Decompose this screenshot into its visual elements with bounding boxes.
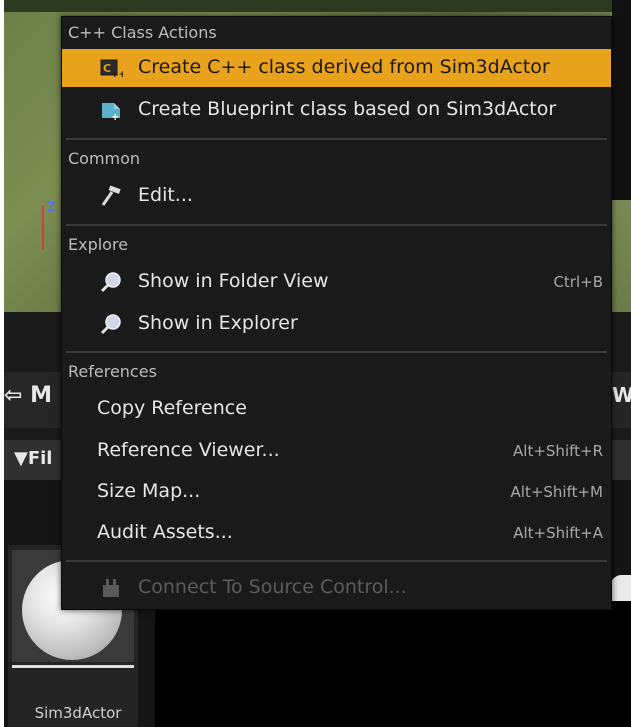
- menu-item-create-blueprint-class[interactable]: + Create Blueprint class based on Sim3dA…: [62, 91, 611, 129]
- asset-name: Sim3dActor: [34, 704, 122, 722]
- menu-item-edit[interactable]: Edit...: [62, 177, 611, 215]
- menu-item-size-map[interactable]: Size Map... Alt+Shift+M: [62, 473, 611, 511]
- magnifier-icon: [100, 272, 121, 293]
- menu-item-shortcut: Alt+Shift+M: [510, 483, 603, 501]
- divider: [66, 138, 607, 140]
- menu-item-create-cpp-class[interactable]: C ++ Create C++ class derived from Sim3d…: [62, 49, 611, 87]
- menu-item-label: Size Map...: [97, 480, 201, 502]
- section-header-references: References: [68, 362, 157, 381]
- menu-item-connect-source-control[interactable]: Connect To Source Control...: [62, 569, 611, 607]
- toolbar-left-letter: M: [30, 383, 52, 408]
- menu-item-copy-reference[interactable]: Copy Reference: [62, 390, 611, 428]
- menu-item-show-in-explorer[interactable]: Show in Explorer: [62, 305, 611, 343]
- section-header-common: Common: [68, 149, 141, 168]
- plug-icon: [103, 579, 119, 597]
- asset-type-bar: [12, 665, 134, 668]
- filters-button[interactable]: ▼Fil: [14, 448, 52, 469]
- menu-item-shortcut: Alt+Shift+A: [513, 524, 603, 542]
- filter-icon: ▼: [14, 448, 28, 469]
- context-menu: C++ Class Actions C ++ Create C++ class …: [61, 16, 612, 610]
- gizmo-z-label: Z: [47, 200, 56, 214]
- menu-item-shortcut: Alt+Shift+R: [513, 442, 603, 460]
- menu-item-reference-viewer[interactable]: Reference Viewer... Alt+Shift+R: [62, 432, 611, 470]
- blueprint-icon: +: [102, 103, 120, 121]
- cpp-class-icon: C ++: [100, 59, 123, 79]
- divider: [66, 560, 607, 562]
- toolbar-right-text: W: [612, 383, 631, 407]
- divider: [66, 351, 607, 353]
- svg-text:++: ++: [111, 70, 123, 79]
- menu-item-audit-assets[interactable]: Audit Assets... Alt+Shift+A: [62, 514, 611, 552]
- menu-item-label: Reference Viewer...: [97, 439, 280, 461]
- menu-item-label: Audit Assets...: [97, 521, 233, 543]
- hammer-icon: [101, 185, 121, 206]
- menu-item-label: Show in Folder View: [138, 270, 329, 292]
- menu-item-label: Connect To Source Control...: [138, 576, 407, 598]
- menu-item-label: Show in Explorer: [138, 312, 298, 334]
- menu-item-label: Create C++ class derived from Sim3dActor: [138, 56, 550, 78]
- toolbar-left-text[interactable]: ⇦ M: [4, 383, 52, 408]
- magnifier-icon: [100, 314, 121, 335]
- section-header-cpp: C++ Class Actions: [68, 23, 217, 42]
- menu-item-label: Copy Reference: [97, 397, 247, 419]
- svg-text:+: +: [111, 112, 119, 121]
- menu-item-show-in-folder-view[interactable]: Show in Folder View Ctrl+B: [62, 263, 611, 301]
- menu-item-label: Create Blueprint class based on Sim3dAct…: [138, 98, 557, 120]
- viewport-right-strip: [612, 0, 631, 200]
- viewport-top-strip: [4, 0, 631, 12]
- menu-item-label: Edit...: [138, 184, 193, 206]
- asset-view-corner: [610, 575, 631, 601]
- section-header-explore: Explore: [68, 235, 129, 254]
- filters-label: Fil: [27, 448, 53, 469]
- divider: [66, 224, 607, 226]
- svg-text:C: C: [103, 62, 111, 75]
- gizmo-axis-line: [42, 205, 44, 250]
- menu-item-shortcut: Ctrl+B: [553, 273, 603, 291]
- asset-view-empty: [155, 600, 631, 727]
